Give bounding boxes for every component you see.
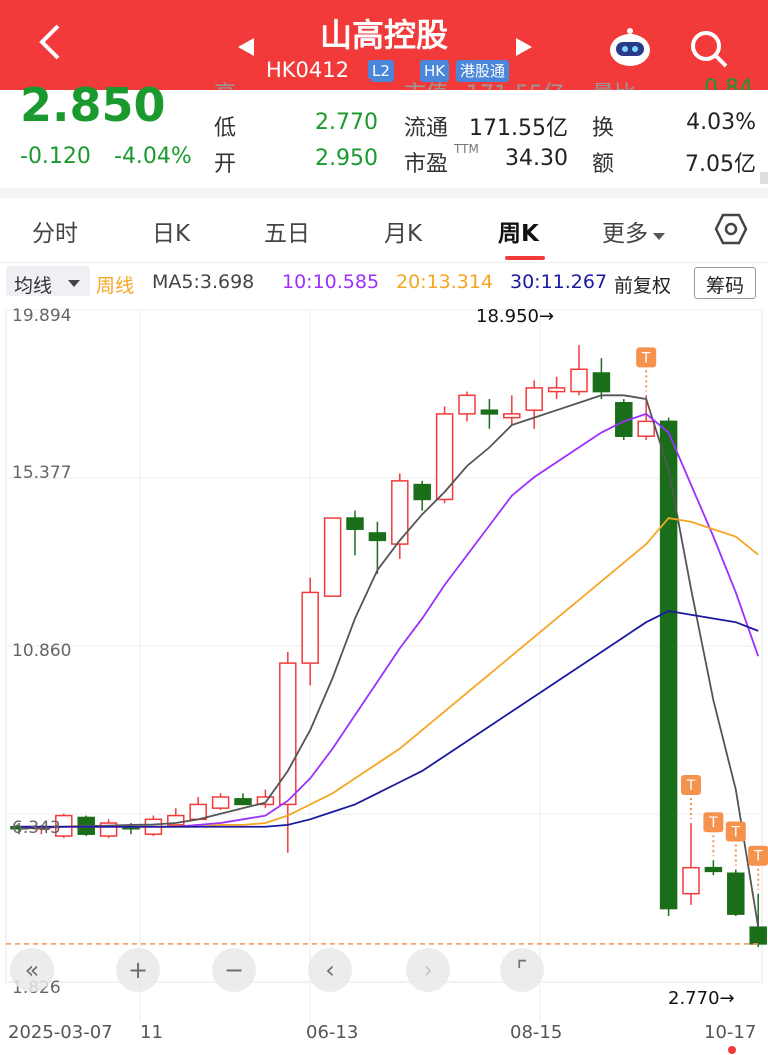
candle-body	[503, 413, 521, 419]
float-value: 171.55亿	[469, 116, 568, 141]
settings-button[interactable]	[714, 212, 748, 246]
marker-label: T	[731, 825, 741, 841]
last-price: 2.850	[20, 78, 166, 132]
period-tabs: 分时 日K 五日 月K 周K 更多	[0, 198, 768, 263]
candle-body	[279, 662, 297, 806]
candle-body	[413, 483, 431, 501]
candle-body	[547, 387, 566, 393]
today-dot	[728, 1046, 736, 1054]
triangle-right-icon	[516, 38, 532, 56]
adjust-mode[interactable]: 前复权	[614, 271, 671, 298]
candle-body	[480, 409, 499, 415]
period-label: 周线	[96, 275, 135, 297]
candle-body	[234, 798, 252, 806]
section-separator	[0, 188, 768, 198]
scroll-right-button[interactable]: ›	[406, 948, 450, 992]
caret-down-icon	[653, 233, 665, 240]
tab-five-day[interactable]: 五日	[264, 214, 310, 248]
open-label: 开	[214, 152, 237, 177]
candle-body	[368, 532, 387, 542]
pe-ttm-sup: TTM	[454, 142, 479, 156]
y-tick-label: 10.860	[12, 641, 72, 661]
tab-more-label: 更多	[602, 221, 648, 247]
x-tick-label: 10-17	[704, 1022, 757, 1043]
x-tick-label: 2025-03-07	[8, 1022, 113, 1043]
marker-label: T	[641, 350, 651, 366]
candle-body	[704, 866, 723, 873]
price-change-pct: -4.04%	[114, 144, 192, 169]
candle-body	[637, 420, 655, 437]
candle-body	[727, 872, 745, 915]
triangle-left-icon	[238, 38, 254, 56]
pe-value: 34.30	[505, 146, 568, 171]
caret-down-icon	[68, 280, 80, 287]
zoom-in-button[interactable]: +	[116, 948, 160, 992]
ma5-line	[18, 394, 760, 928]
ma20-value: 20:13.314	[396, 271, 494, 293]
robot-assistant-icon[interactable]	[606, 26, 654, 70]
high-annotation: 18.950→	[476, 306, 555, 327]
scroll-indicator	[760, 172, 768, 184]
candle-body	[458, 394, 476, 415]
x-tick-label: 08-15	[510, 1022, 563, 1043]
ma10-value: 10:10.585	[282, 271, 380, 293]
ma30-value: 30:11.267	[510, 271, 608, 293]
prev-stock-arrow[interactable]	[236, 36, 256, 64]
low-annotation: 2.770→	[668, 988, 735, 1009]
candle-body	[570, 368, 588, 393]
ma-selector-label[interactable]: 均线	[14, 271, 52, 298]
y-tick-label: 19.894	[12, 306, 72, 326]
float-label: 流通	[404, 116, 449, 141]
marker-label: T	[708, 815, 718, 831]
scroll-start-button[interactable]: «	[10, 948, 54, 992]
candlestick-chart[interactable]: TTTTT	[0, 302, 768, 1055]
candle-body	[682, 866, 700, 895]
amount-label: 额	[592, 152, 615, 177]
tab-monthly-k[interactable]: 月K	[384, 214, 422, 248]
x-tick-label: 11	[140, 1022, 163, 1043]
active-tab-indicator	[505, 256, 545, 260]
turnover-label: 换	[592, 116, 615, 141]
candle-body	[211, 796, 230, 809]
candle-body	[346, 517, 364, 530]
y-tick-label: 15.377	[12, 463, 72, 483]
price-change: -0.120	[20, 144, 91, 169]
marker-label: T	[753, 849, 763, 865]
ma10-line	[19, 412, 760, 828]
marker-label: T	[686, 778, 696, 794]
amount-value: 7.05亿	[685, 152, 756, 177]
tab-daily-k[interactable]: 日K	[152, 214, 190, 248]
zoom-out-button[interactable]: −	[212, 948, 256, 992]
low-label: 低	[214, 116, 237, 141]
y-tick-label: 6.343	[12, 818, 61, 838]
search-button[interactable]	[688, 28, 730, 70]
top-bar: 山高控股 HK0412 L2 HK 港股通	[0, 0, 768, 90]
low-value: 2.770	[315, 110, 378, 135]
ma20-line	[19, 517, 759, 828]
open-value: 2.950	[315, 146, 378, 171]
candle-body	[301, 591, 319, 664]
chips-button-frame	[694, 267, 756, 299]
candle-body	[323, 517, 342, 597]
ma5-value: MA5:3.698	[152, 271, 255, 293]
candle-body	[525, 387, 543, 411]
pe-label: 市盈	[404, 152, 449, 177]
candle-body	[592, 372, 611, 393]
ma-legend-bar: 均线 周线 MA5:3.698 10:10.585 20:13.314 30:1…	[0, 264, 768, 302]
tab-minute[interactable]: 分时	[32, 214, 78, 248]
tab-more[interactable]: 更多	[602, 214, 666, 248]
scroll-left-button[interactable]: ‹	[308, 948, 352, 992]
turnover-value: 4.03%	[686, 110, 756, 135]
candle-body	[659, 420, 678, 910]
hexagon-settings-icon	[714, 213, 748, 245]
fullscreen-button[interactable]: ⌜	[500, 948, 544, 992]
search-icon	[691, 31, 728, 68]
next-stock-arrow[interactable]	[514, 36, 534, 64]
tab-weekly-k[interactable]: 周K	[498, 214, 539, 248]
ma30-line	[19, 610, 759, 828]
candle-body	[749, 926, 767, 945]
x-tick-label: 06-13	[306, 1022, 359, 1043]
